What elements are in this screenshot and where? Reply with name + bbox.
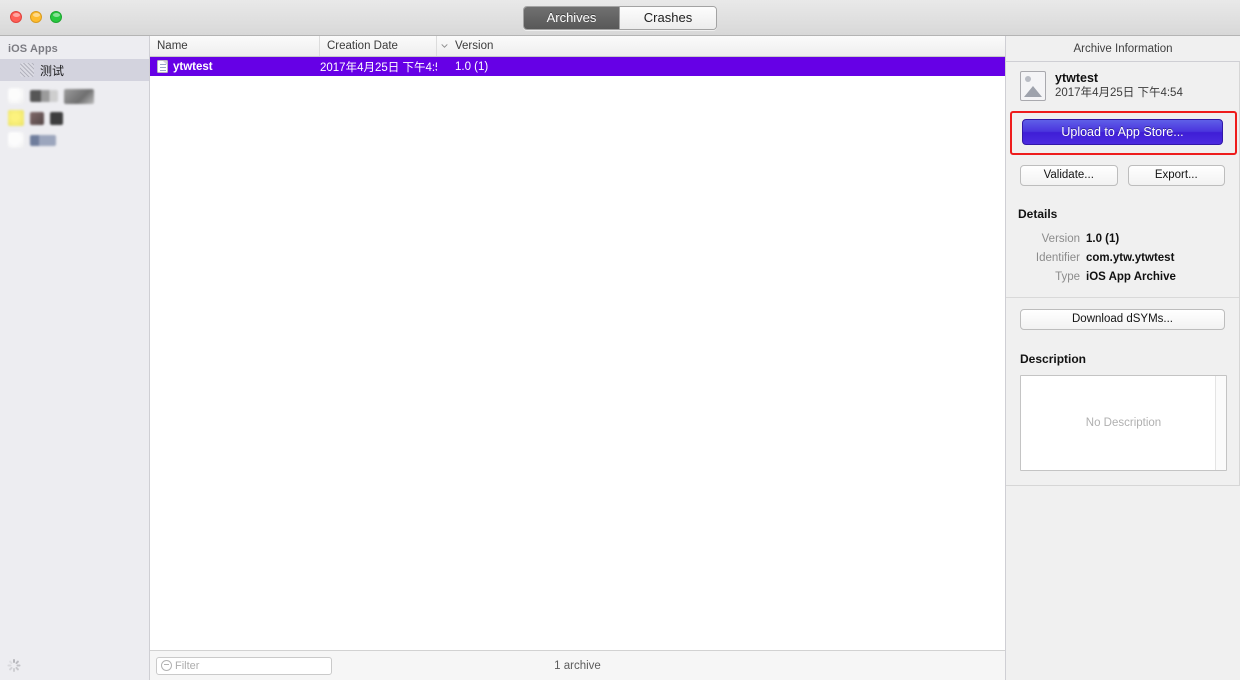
cell-version: 1.0 (1) bbox=[437, 61, 1005, 73]
detail-row-type: Type iOS App Archive bbox=[1018, 268, 1227, 287]
detail-row-version: Version 1.0 (1) bbox=[1018, 230, 1227, 249]
list-column-header: Name Creation Date Version bbox=[150, 36, 1005, 57]
list-item[interactable] bbox=[6, 107, 149, 129]
redacted-icon bbox=[8, 110, 24, 126]
archive-name: ytwtest bbox=[1055, 71, 1183, 86]
sidebar-item-ios-app[interactable]: 测试 bbox=[0, 59, 149, 81]
table-row[interactable]: ytwtest 2017年4月25日 下午4:54 1.0 (1) bbox=[150, 57, 1005, 76]
details-title: Details bbox=[1018, 207, 1227, 221]
validate-button[interactable]: Validate... bbox=[1020, 165, 1118, 186]
redacted-label bbox=[50, 112, 63, 125]
column-header-version-label: Version bbox=[455, 40, 493, 52]
chevron-down-icon bbox=[441, 44, 448, 48]
archives-pane: Name Creation Date Version ytwtest 2017年… bbox=[150, 36, 1006, 680]
traffic-lights bbox=[10, 11, 62, 23]
panel-title: Archive Information bbox=[1006, 36, 1240, 62]
redacted-icon bbox=[8, 132, 24, 148]
download-dsyms-button[interactable]: Download dSYMs... bbox=[1020, 309, 1225, 330]
tab-crashes[interactable]: Crashes bbox=[620, 7, 716, 29]
redacted-label bbox=[30, 135, 56, 146]
column-header-date[interactable]: Creation Date bbox=[320, 36, 437, 56]
column-header-version[interactable]: Version bbox=[437, 36, 1005, 56]
sidebar-item-label: 测试 bbox=[40, 62, 64, 79]
sidebar: iOS Apps 测试 bbox=[0, 36, 150, 680]
title-bar: Archives Crashes bbox=[0, 0, 1240, 36]
redacted-label bbox=[64, 89, 94, 104]
search-input[interactable]: Filter bbox=[156, 657, 332, 675]
app-icon bbox=[20, 63, 34, 77]
detail-value: iOS App Archive bbox=[1086, 268, 1176, 287]
close-button[interactable] bbox=[10, 11, 22, 23]
window-body: iOS Apps 测试 bbox=[0, 36, 1240, 680]
minimize-button[interactable] bbox=[30, 11, 42, 23]
panel-empty-area bbox=[1006, 486, 1240, 680]
list-bottom-bar: Filter 1 archive bbox=[150, 650, 1005, 680]
filter-icon bbox=[161, 660, 172, 671]
filter-placeholder: Filter bbox=[175, 660, 199, 672]
archive-date: 2017年4月25日 下午4:54 bbox=[1055, 86, 1183, 101]
sidebar-group-header: iOS Apps bbox=[0, 36, 149, 59]
details-section: Details Version 1.0 (1) Identifier com.y… bbox=[1006, 197, 1239, 298]
description-scrollbar[interactable] bbox=[1215, 376, 1226, 470]
archive-row-name: ytwtest bbox=[173, 61, 213, 73]
document-icon bbox=[157, 60, 168, 73]
archives-list[interactable]: ytwtest 2017年4月25日 下午4:54 1.0 (1) bbox=[150, 57, 1005, 650]
panel-scroll-area: ytwtest 2017年4月25日 下午4:54 Upload to App … bbox=[1006, 62, 1240, 680]
mode-segmented-control[interactable]: Archives Crashes bbox=[523, 6, 717, 30]
archive-icon bbox=[1020, 71, 1046, 101]
upload-button-area: Upload to App Store... bbox=[1006, 110, 1239, 156]
tab-archives[interactable]: Archives bbox=[524, 7, 620, 29]
detail-label: Type bbox=[1018, 268, 1086, 287]
column-header-name[interactable]: Name bbox=[150, 36, 320, 56]
redacted-label bbox=[30, 112, 44, 125]
sidebar-redacted-items bbox=[0, 81, 149, 151]
upload-to-app-store-button[interactable]: Upload to App Store... bbox=[1022, 119, 1223, 145]
dsym-button-area: Download dSYMs... bbox=[1006, 298, 1239, 342]
secondary-button-row: Validate... Export... bbox=[1006, 156, 1239, 197]
list-item[interactable] bbox=[6, 85, 149, 107]
detail-value: com.ytw.ytwtest bbox=[1086, 249, 1174, 268]
redacted-icon bbox=[8, 88, 24, 104]
export-button[interactable]: Export... bbox=[1128, 165, 1226, 186]
archive-information-panel: Archive Information ytwtest 2017年4月25日 下… bbox=[1006, 36, 1240, 680]
cell-creation-date: 2017年4月25日 下午4:54 bbox=[320, 59, 437, 75]
detail-row-identifier: Identifier com.ytw.ytwtest bbox=[1018, 249, 1227, 268]
description-title: Description bbox=[1020, 352, 1227, 366]
description-field[interactable]: No Description bbox=[1020, 375, 1227, 471]
cell-name: ytwtest bbox=[150, 60, 320, 73]
description-section: Description No Description bbox=[1006, 342, 1239, 485]
zoom-button[interactable] bbox=[50, 11, 62, 23]
redacted-label bbox=[30, 90, 58, 102]
panel-content: ytwtest 2017年4月25日 下午4:54 Upload to App … bbox=[1006, 62, 1240, 486]
detail-label: Identifier bbox=[1018, 249, 1086, 268]
detail-label: Version bbox=[1018, 230, 1086, 249]
progress-spinner-icon bbox=[7, 659, 20, 672]
organizer-window: Archives Crashes iOS Apps 测试 bbox=[0, 0, 1240, 680]
description-placeholder: No Description bbox=[1086, 417, 1161, 429]
list-item[interactable] bbox=[6, 129, 149, 151]
archive-summary: ytwtest 2017年4月25日 下午4:54 bbox=[1006, 62, 1239, 110]
detail-value: 1.0 (1) bbox=[1086, 230, 1119, 249]
